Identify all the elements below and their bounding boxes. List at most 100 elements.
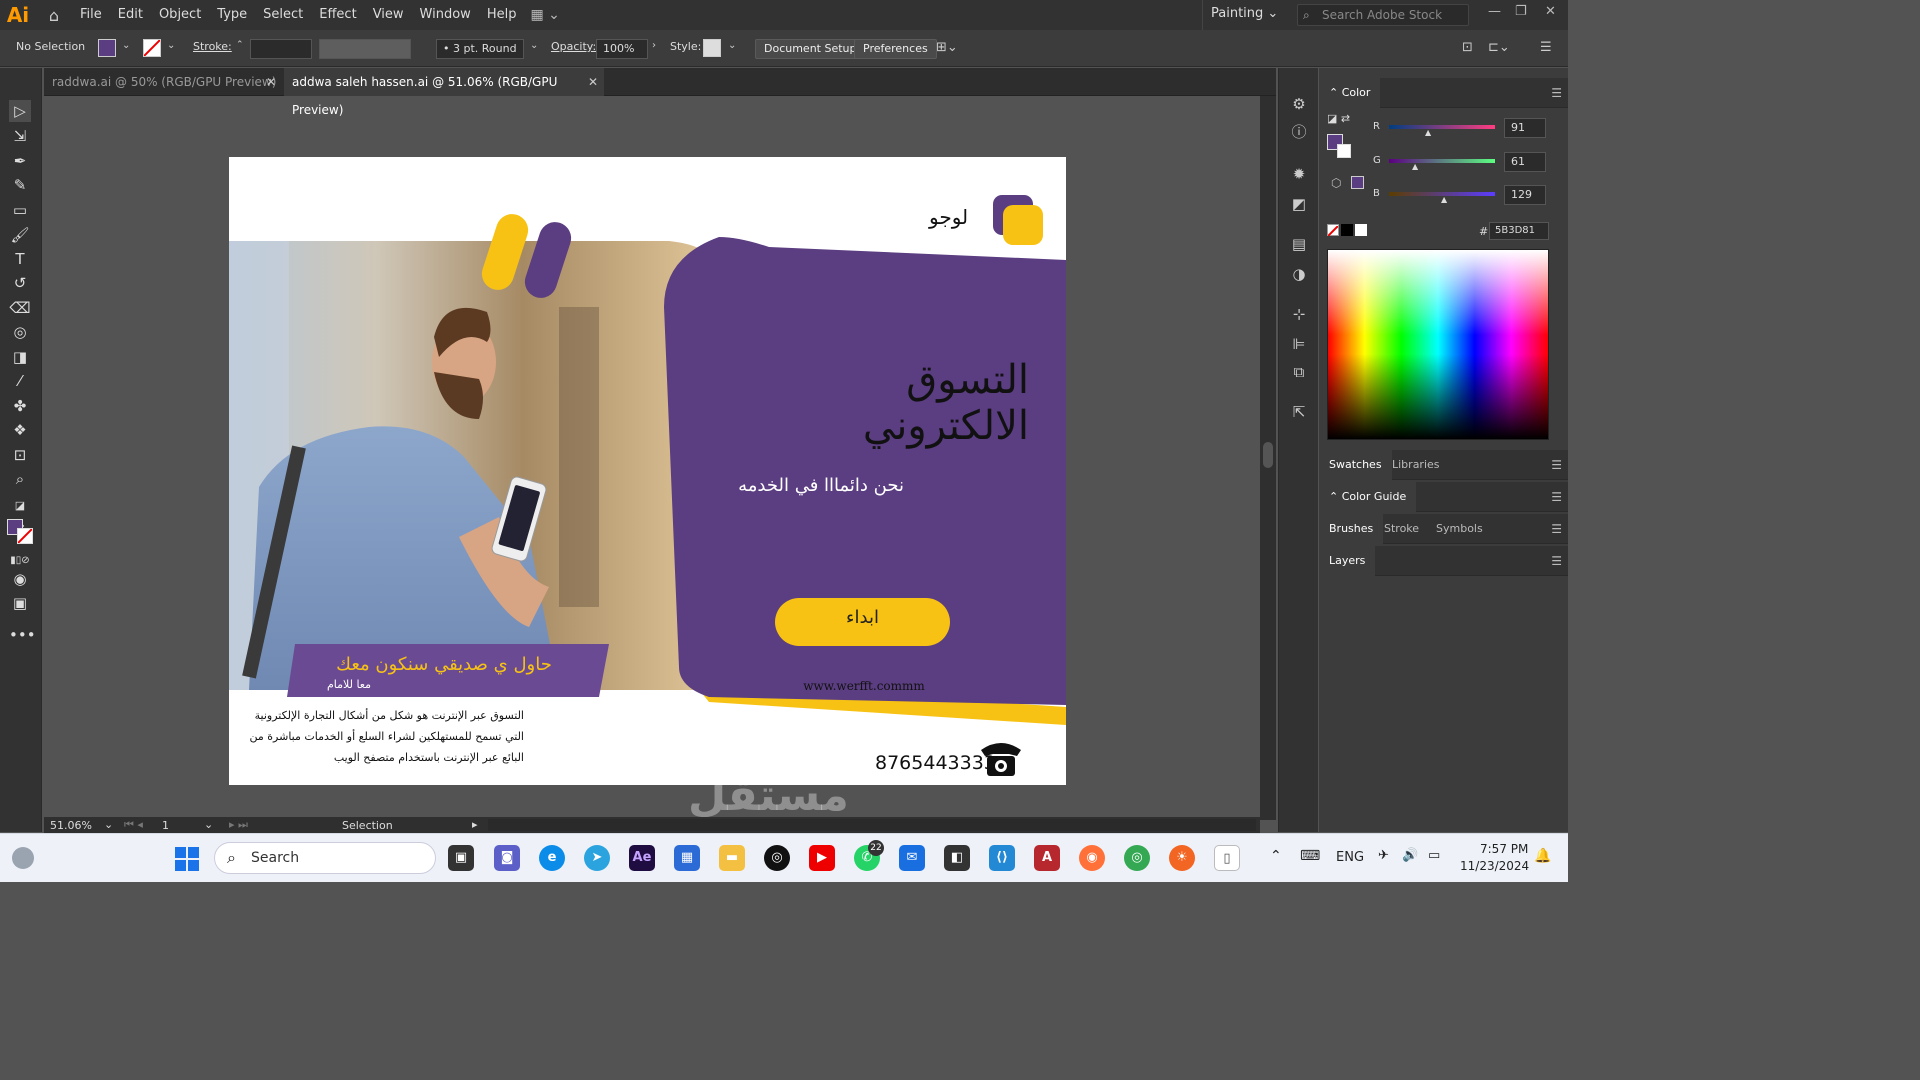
transparency-icon[interactable]: ◑ [1289, 264, 1309, 284]
menu-effect[interactable]: Effect [311, 0, 364, 30]
red-thumb-icon[interactable]: ▲ [1425, 128, 1431, 137]
windows-start-icon[interactable] [174, 846, 200, 872]
more-tools-icon[interactable]: ••• [9, 624, 36, 646]
red-slider[interactable]: R ▲ 91 [1369, 118, 1559, 138]
red-gradient-bar[interactable] [1389, 125, 1495, 129]
chevron-up-icon[interactable]: ⌃ [1270, 848, 1282, 864]
green-slider[interactable]: G ▲ 61 [1369, 152, 1559, 172]
selection-tool-icon[interactable]: ▷ [9, 100, 31, 122]
close-window-icon[interactable]: ✕ [1545, 4, 1556, 19]
shape-builder-tool-icon[interactable]: ◎ [9, 321, 31, 343]
rectangle-tool-icon[interactable]: ▭ [9, 199, 31, 221]
firefox-icon[interactable]: ◉ [1079, 845, 1105, 871]
draw-mode-icon[interactable]: ◉ [9, 568, 31, 590]
menu-edit[interactable]: Edit [110, 0, 151, 30]
menu-view[interactable]: View [365, 0, 412, 30]
tab-layers[interactable]: Layers [1319, 546, 1376, 576]
arrange-documents-icon[interactable]: ▦ ⌄ [530, 7, 559, 23]
opacity-field[interactable]: 100% [596, 39, 648, 59]
home-icon[interactable]: ⌂ [36, 0, 72, 30]
green-value[interactable]: 61 [1504, 152, 1546, 172]
mail-icon[interactable]: ✉ [899, 845, 925, 871]
chevron-down-icon[interactable]: ⌄ [122, 40, 130, 51]
horizontal-scrollbar[interactable] [488, 819, 1256, 831]
properties-icon[interactable]: ⚙ [1289, 94, 1309, 114]
menu-icon[interactable]: ☰ [1551, 458, 1562, 472]
eraser-tool-icon[interactable]: ⌫ [9, 297, 31, 319]
document-setup-button[interactable]: Document Setup [755, 39, 866, 59]
close-icon[interactable]: ✕ [266, 68, 276, 96]
minimize-icon[interactable]: — [1488, 4, 1501, 19]
menu-icon[interactable]: ☰ [1551, 522, 1562, 536]
language-indicator[interactable]: ENG [1336, 850, 1364, 865]
appearance-icon[interactable]: ✹ [1289, 164, 1309, 184]
export-icon[interactable]: ⇱ [1289, 402, 1309, 422]
cta-button[interactable]: ابداء [775, 607, 950, 628]
tab-color-guide[interactable]: ⌃ Color Guide [1319, 482, 1417, 512]
white-swatch[interactable] [1355, 224, 1367, 236]
default-colors-icon[interactable]: ◪ ⇄ [1327, 112, 1350, 125]
style-swatch[interactable] [703, 39, 721, 57]
battery-icon[interactable]: ▭ [1428, 848, 1440, 863]
default-fill-stroke-icon[interactable]: ◪ ⇄ [9, 495, 31, 534]
tab-symbols[interactable]: Symbols [1426, 514, 1493, 544]
variable-width-profile[interactable] [319, 39, 411, 59]
chevron-down-icon[interactable]: ⌄ [167, 40, 175, 51]
gradient-panel-icon[interactable]: ▤ [1289, 234, 1309, 254]
chevron-down-icon[interactable]: ⌄ [204, 818, 213, 831]
stroke-stepper-icon[interactable]: ⌃ [236, 40, 244, 50]
symbol-sprayer-tool-icon[interactable]: ❖ [9, 419, 31, 441]
volume-icon[interactable]: 🔊 [1402, 848, 1418, 863]
menu-window[interactable]: Window [412, 0, 479, 30]
panel-layout-icon[interactable]: ⊏⌄ [1488, 40, 1510, 55]
stroke-weight-field[interactable] [250, 39, 312, 59]
weather-icon[interactable] [12, 847, 34, 869]
curvature-tool-icon[interactable]: ✎ [9, 174, 31, 196]
panel-icon[interactable]: ⊡ [1462, 40, 1473, 55]
vscode-icon[interactable]: ⟨⟩ [989, 845, 1015, 871]
fill-swatch[interactable] [98, 39, 116, 57]
menu-file[interactable]: File [72, 0, 110, 30]
brush-definition-dropdown[interactable]: • 3 pt. Round [436, 39, 524, 59]
paintbrush-tool-icon[interactable]: 🖌 [9, 224, 31, 246]
artboard[interactable]: لوجو التسوق الالكتروني نحن دائمااا في ال… [229, 157, 1066, 785]
artboard-tool-icon[interactable]: ⊡ [9, 444, 31, 466]
restore-icon[interactable]: ❐ [1515, 4, 1527, 19]
info-icon[interactable]: ⓘ [1289, 122, 1309, 142]
workspace-switcher[interactable]: Painting ⌄ [1202, 0, 1278, 30]
telegram-icon[interactable]: ➤ [584, 845, 610, 871]
notification-bell-icon[interactable]: 🔔 [1534, 848, 1551, 864]
tab-stroke[interactable]: Stroke [1374, 514, 1429, 544]
task-view-icon[interactable]: ▣ [448, 845, 474, 871]
status-menu-icon[interactable]: ▸ [472, 818, 478, 831]
direct-selection-tool-icon[interactable]: ⇲ [9, 125, 31, 147]
pathfinder-icon[interactable]: ⧉ [1289, 362, 1309, 382]
pen-tool-icon[interactable]: ✒ [9, 150, 31, 172]
color-stroke-swatch[interactable] [1337, 144, 1351, 158]
tab-libraries[interactable]: Libraries [1382, 450, 1450, 480]
green-gradient-bar[interactable] [1389, 159, 1495, 163]
menu-help[interactable]: Help [479, 0, 525, 30]
gradient-tool-icon[interactable]: ◨ [9, 346, 31, 368]
youtube-icon[interactable]: ▶ [809, 845, 835, 871]
first-artboard-icon[interactable]: ⏮ ◂ [124, 818, 143, 832]
clock-date[interactable]: 11/23/2024 [1460, 859, 1529, 873]
stroke-color-swatch[interactable] [17, 528, 33, 544]
align-panel-icon[interactable]: ⊫ [1289, 334, 1309, 354]
stock-search-input[interactable]: ⌕ Search Adobe Stock [1297, 4, 1469, 26]
opacity-label[interactable]: Opacity: [551, 40, 596, 53]
none-color-swatch[interactable] [1327, 224, 1339, 237]
web-safe-swatch[interactable] [1351, 176, 1364, 189]
zoom-level[interactable]: 51.06% [50, 819, 92, 832]
screen-mode-icon[interactable]: ▣ [9, 592, 31, 614]
menu-icon[interactable]: ☰ [1540, 40, 1552, 55]
clock-time[interactable]: 7:57 PM [1480, 842, 1528, 856]
color-spectrum[interactable] [1327, 249, 1549, 440]
hex-value-field[interactable]: 5B3D81 [1489, 222, 1549, 240]
keyboard-icon[interactable]: ⌨ [1300, 848, 1320, 864]
chevron-down-icon[interactable]: ⌄ [104, 818, 113, 831]
file-explorer-icon[interactable]: ▬ [719, 845, 745, 871]
menu-icon[interactable]: ☰ [1551, 554, 1562, 568]
capcut-icon[interactable]: ◧ [944, 845, 970, 871]
avast-icon[interactable]: ☀ [1169, 845, 1195, 871]
